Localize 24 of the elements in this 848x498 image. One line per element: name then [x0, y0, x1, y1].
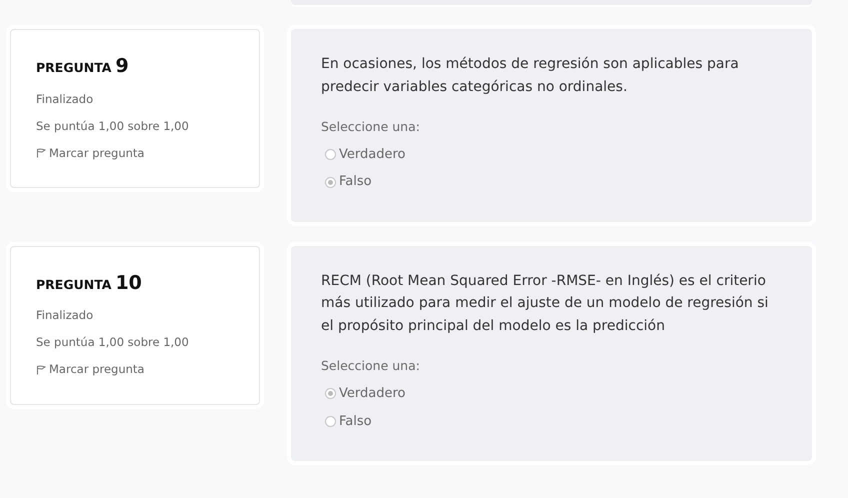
flag-question-link[interactable]: Marcar pregunta [36, 144, 144, 162]
option-label: Falso [339, 173, 372, 192]
flag-icon [36, 364, 46, 375]
question-label: PREGUNTA [36, 59, 112, 77]
select-prompt: Seleccione una: [321, 357, 421, 376]
option-label: Falso [339, 412, 372, 430]
option-label: Verdadero [339, 146, 406, 164]
question-label: PREGUNTA [36, 276, 112, 294]
radio-button[interactable] [325, 388, 336, 400]
flag-icon [36, 148, 46, 158]
grade-text: Se puntúa 1,00 sobre 1,00 [36, 118, 190, 134]
radio-button[interactable] [325, 149, 336, 160]
question-text: RECM (Root Mean Squared Error -RMSE- en Inglés) es el criterio más utilizado para medir el ajuste de un modelo de regresión si el propósito principal del modelo es la predicción [321, 272, 770, 336]
option-label: Verdadero [339, 385, 406, 403]
status-text: Finalizado [36, 90, 94, 108]
status-text: Finalizado [36, 307, 94, 324]
select-prompt: Seleccione una: [321, 118, 421, 136]
question-text: En ocasiones, los métodos de regresión son aplicables para predecir variables categóricas no ordinales. [321, 55, 740, 96]
radio-button[interactable] [325, 416, 336, 427]
radio-button[interactable] [325, 176, 336, 188]
grade-text: Se puntúa 1,00 sobre 1,00 [36, 334, 190, 352]
flag-question-link[interactable]: Marcar pregunta [36, 361, 144, 378]
question-number: 10 [115, 270, 142, 296]
question-number: 9 [115, 54, 129, 79]
